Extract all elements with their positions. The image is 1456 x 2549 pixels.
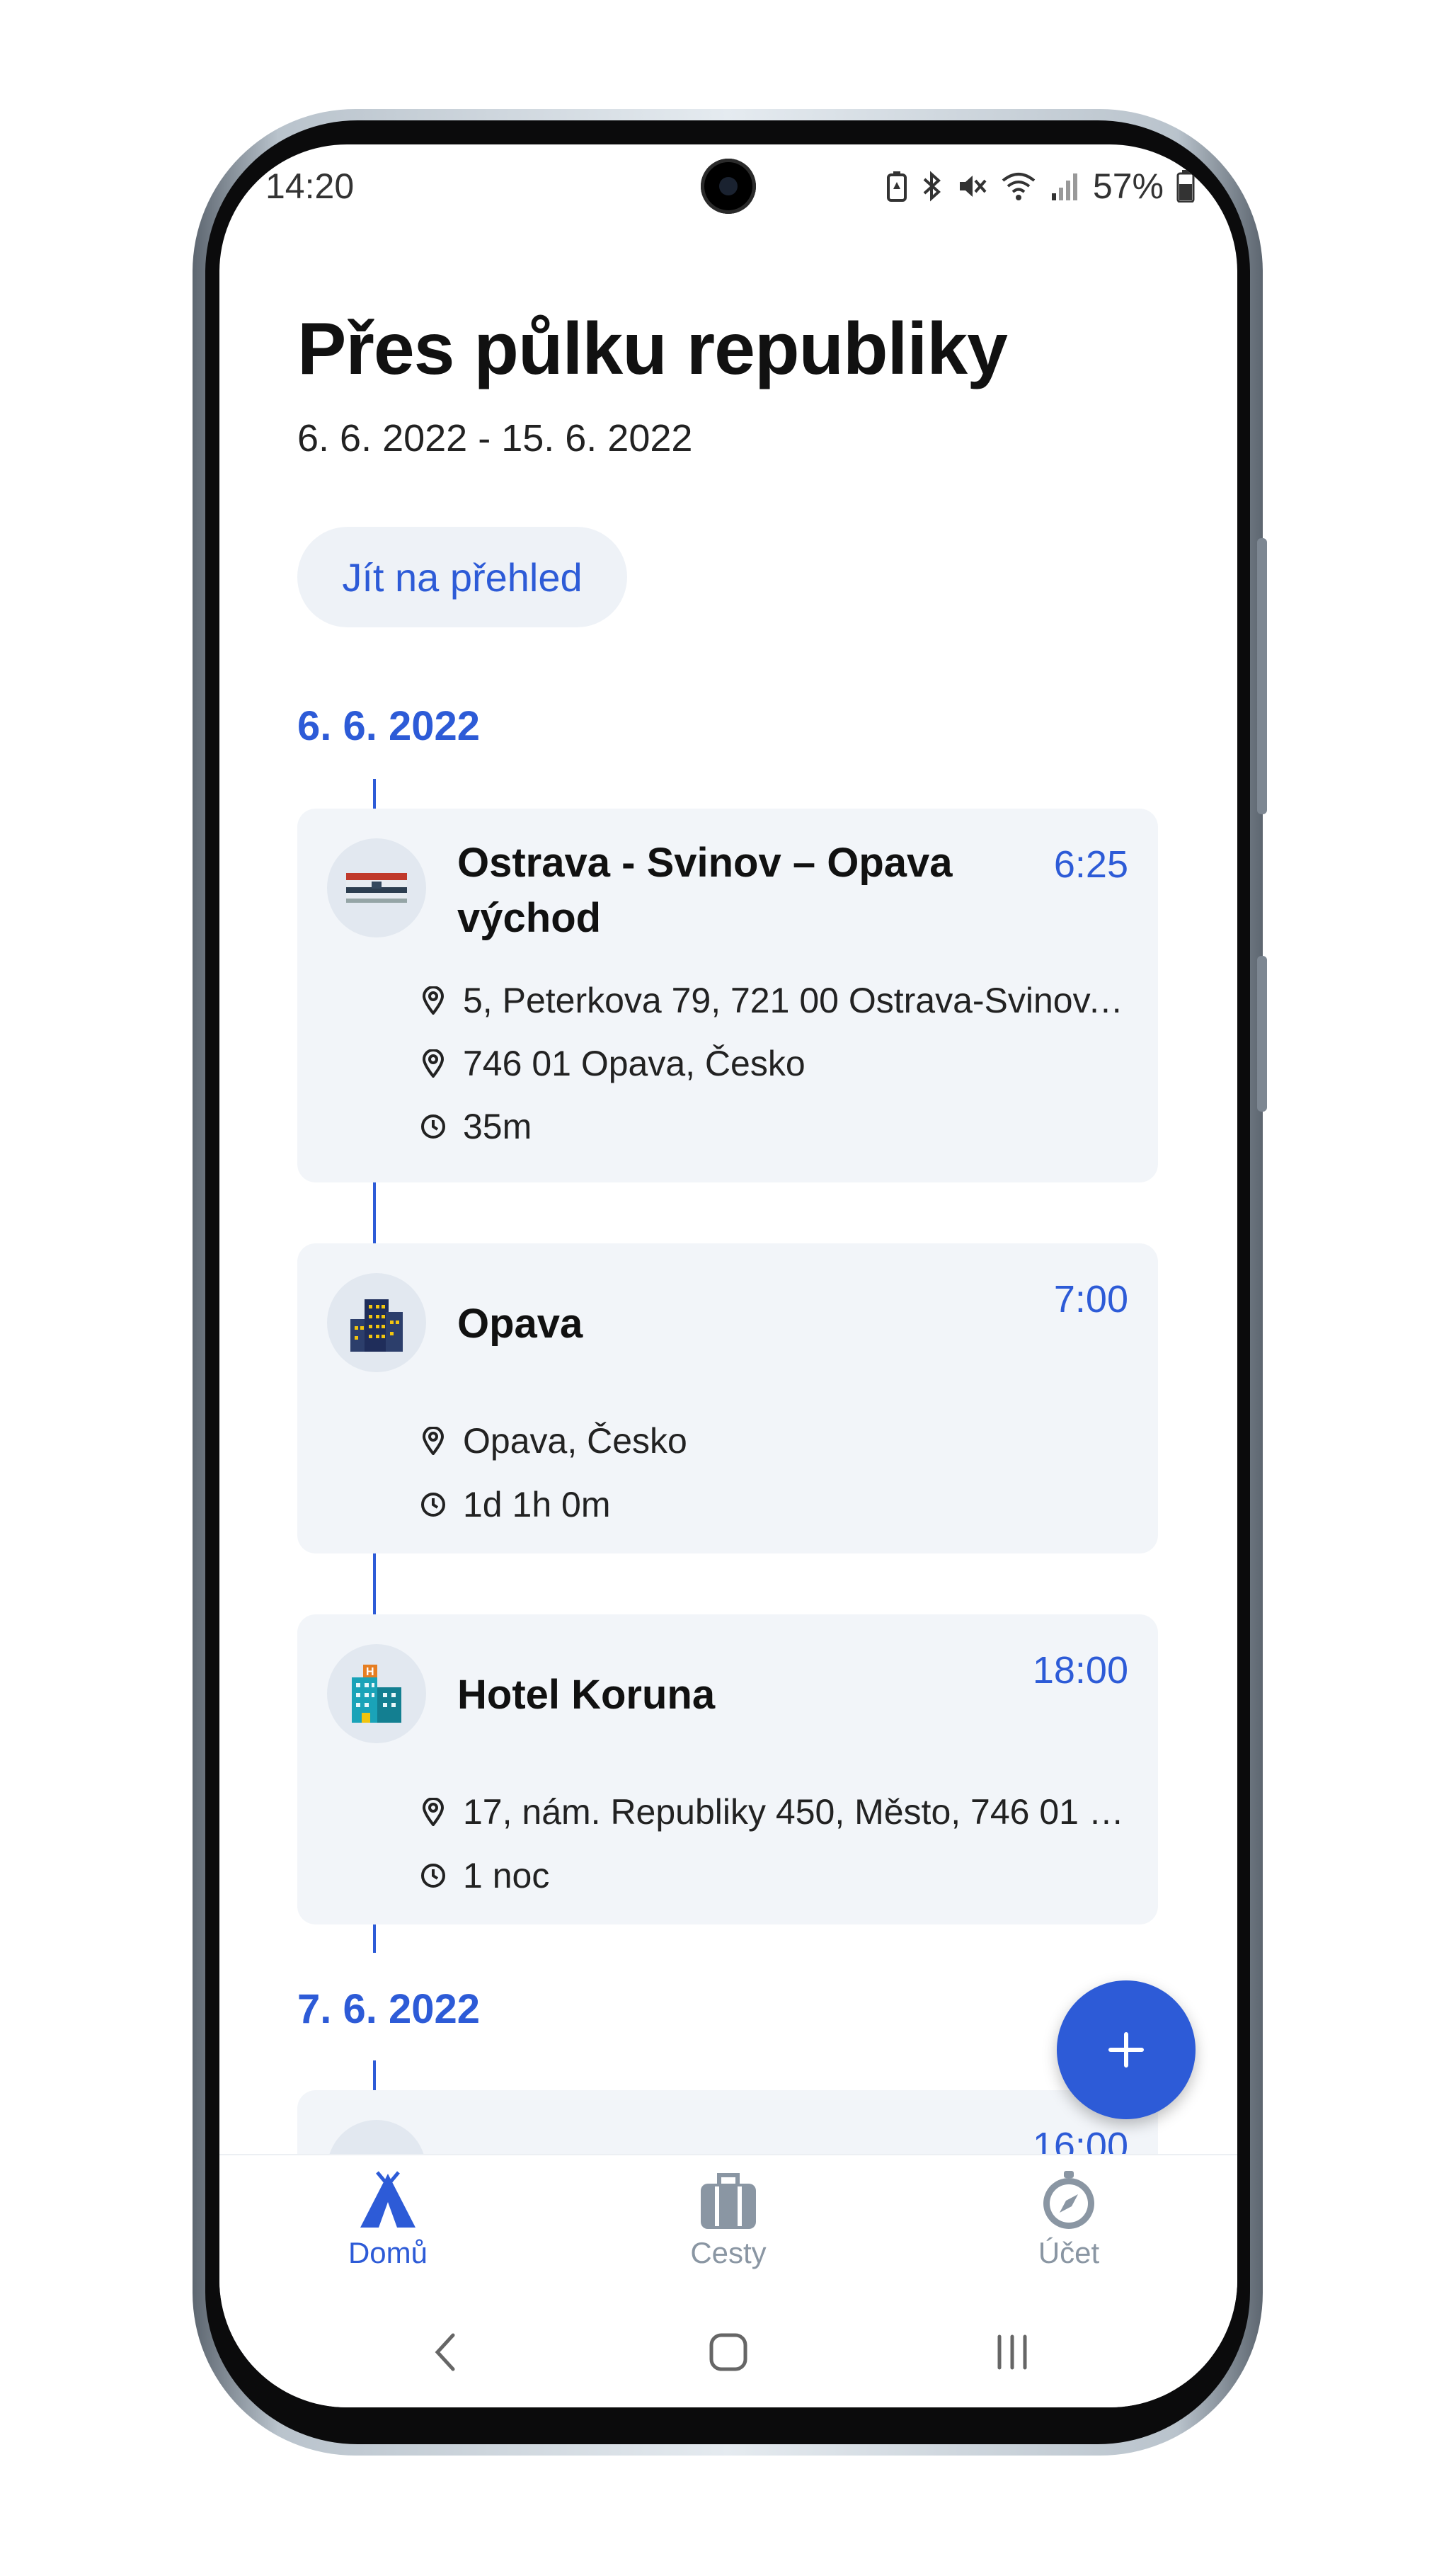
nav-label: Cesty — [690, 2236, 767, 2269]
tent-icon — [360, 2171, 415, 2228]
recents-icon — [997, 2334, 1027, 2370]
card-detail-row: 1d 1h 0m — [419, 1484, 1127, 1525]
system-back-button[interactable] — [403, 2324, 488, 2380]
signal-icon — [1049, 171, 1080, 202]
compass-icon — [1043, 2171, 1094, 2229]
status-icons: 57% — [886, 166, 1195, 207]
clock-icon — [419, 1112, 447, 1141]
day-date-heading: 7. 6. 2022 — [297, 1986, 480, 2032]
home-square-icon — [709, 2333, 747, 2371]
card-address: 17, nám. Republiky 450, Město, 746 01 … — [463, 1792, 1124, 1832]
app-screen: 14:20 57% Přes půlku republiky 6. 6. 202… — [219, 144, 1237, 2407]
system-recents-button[interactable] — [970, 2324, 1055, 2380]
card-time: 7:00 — [1053, 1278, 1128, 1321]
card-detail-row: 5, Peterkova 79, 721 00 Ostrava-Svinov,… — [419, 980, 1127, 1021]
add-item-button[interactable] — [1057, 1980, 1196, 2119]
timeline-card-city[interactable]: Opava 7:00 Opava, Česko 1d 1h 0m — [297, 1243, 1158, 1553]
plus-icon — [1108, 2032, 1144, 2068]
trip-dates: 6. 6. 2022 - 15. 6. 2022 — [297, 417, 693, 460]
card-time: 6:25 — [1053, 843, 1128, 886]
overview-button[interactable]: Jít na přehled — [297, 527, 627, 627]
back-chevron-icon — [435, 2333, 455, 2371]
card-duration: 1 noc — [463, 1856, 550, 1895]
mute-icon — [957, 171, 988, 202]
card-address: 5, Peterkova 79, 721 00 Ostrava-Svinov,… — [463, 981, 1127, 1020]
front-camera — [701, 159, 756, 214]
city-icon — [327, 1273, 426, 1372]
card-duration: 35m — [463, 1107, 532, 1146]
battery-percentage: 57% — [1092, 166, 1164, 206]
card-title: Ostrava - Svinov – Opava východ — [457, 840, 953, 941]
trip-title: Přes půlku republiky — [297, 308, 1008, 390]
volume-button — [1257, 538, 1267, 814]
battery-saver-icon — [886, 171, 907, 202]
clock-icon — [419, 1861, 447, 1890]
nav-item-home[interactable]: Domů — [282, 2171, 494, 2270]
location-pin-icon — [419, 1427, 447, 1455]
card-time: 18:00 — [1032, 1649, 1128, 1692]
nav-label: Domů — [348, 2236, 428, 2269]
location-pin-icon — [419, 1049, 447, 1078]
nav-label: Účet — [1038, 2236, 1100, 2269]
timeline-card-hotel[interactable]: H Hotel Koruna 18:00 17, nám. Republiky … — [297, 1614, 1158, 1924]
card-address: Opava, Česko — [463, 1421, 687, 1461]
card-duration: 1d 1h 0m — [463, 1485, 611, 1524]
clock-icon — [419, 1490, 447, 1519]
status-time: 14:20 — [265, 166, 355, 206]
power-button — [1257, 956, 1267, 1112]
battery-icon — [1176, 170, 1195, 203]
system-home-button[interactable] — [686, 2324, 771, 2380]
nav-item-account[interactable]: Účet — [963, 2171, 1175, 2270]
nav-item-trips[interactable]: Cesty — [622, 2171, 835, 2270]
suitcase-icon — [701, 2173, 756, 2229]
card-detail-row: 746 01 Opava, Česko — [419, 1043, 1127, 1084]
bluetooth-icon — [920, 170, 944, 203]
card-address: 746 01 Opava, Česko — [463, 1044, 806, 1083]
day-date-heading: 6. 6. 2022 — [297, 703, 480, 749]
train-icon — [327, 838, 426, 937]
bottom-nav: Domů Cesty Účet — [219, 2154, 1237, 2304]
card-detail-row: 35m — [419, 1106, 1127, 1147]
card-title: Hotel Koruna — [457, 1672, 716, 1718]
hotel-icon: H — [327, 1644, 426, 1743]
svg-text:H: H — [366, 1666, 374, 1678]
location-pin-icon — [419, 986, 447, 1015]
location-pin-icon — [419, 1798, 447, 1826]
timeline-card-train[interactable]: Ostrava - Svinov – Opava východ 6:25 5, … — [297, 809, 1158, 1182]
card-detail-row: 17, nám. Republiky 450, Město, 746 01 … — [419, 1791, 1127, 1832]
card-detail-row: Opava, Česko — [419, 1420, 1127, 1461]
card-title: Opava — [457, 1301, 583, 1347]
card-detail-row: 1 noc — [419, 1855, 1127, 1896]
wifi-icon — [1001, 171, 1036, 202]
system-nav-bar — [219, 2303, 1237, 2407]
